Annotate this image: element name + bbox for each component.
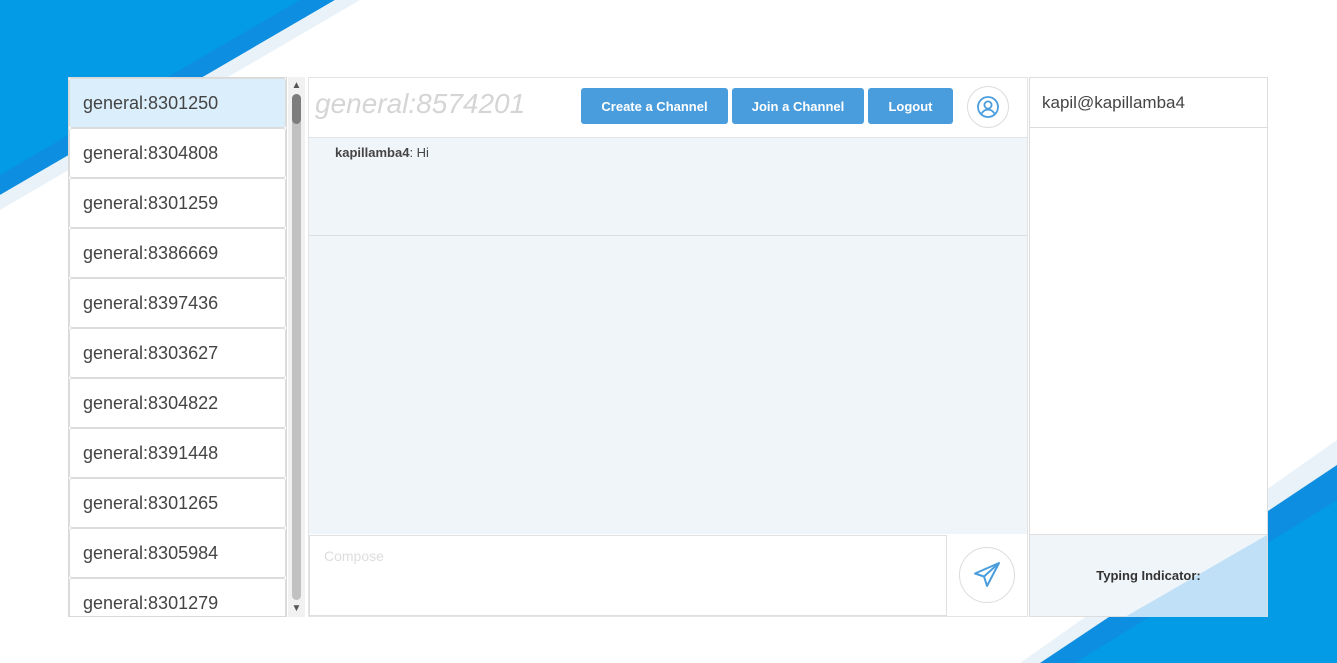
profile-button[interactable]: [967, 86, 1009, 128]
channel-name: general:8386669: [83, 242, 219, 263]
scroll-thumb[interactable]: [292, 94, 301, 124]
channel-item[interactable]: general:8301265: [69, 478, 286, 528]
user-circle-icon: [977, 96, 999, 118]
channel-name: general:8391448: [83, 442, 219, 463]
channel-name: general:8397436: [83, 292, 219, 313]
channel-item[interactable]: general:8391448: [69, 428, 286, 478]
channel-name: general:8305984: [83, 542, 219, 563]
channel-item[interactable]: general:8386669: [69, 228, 286, 278]
message-text: Hi: [416, 145, 429, 160]
user-panel: kapil@kapillamba4 Typing Indicator:: [1029, 77, 1268, 617]
message-separator: :: [409, 145, 417, 160]
channel-item[interactable]: general:8301250: [69, 78, 286, 128]
channel-name: general:8304822: [83, 392, 219, 413]
typing-indicator-label: Typing Indicator:: [1096, 568, 1201, 583]
channel-item[interactable]: general:8301259: [69, 178, 286, 228]
scroll-up-icon[interactable]: ▲: [288, 77, 305, 94]
join-channel-button[interactable]: Join a Channel: [732, 88, 864, 124]
channel-item[interactable]: general:8304808: [69, 128, 286, 178]
current-channel-title: general:8574201: [315, 88, 526, 119]
user-item[interactable]: kapil@kapillamba4: [1030, 78, 1267, 128]
channel-item[interactable]: general:8304822: [69, 378, 286, 428]
channel-item[interactable]: general:8303627: [69, 328, 286, 378]
user-handle: kapil@kapillamba4: [1042, 92, 1185, 112]
channel-name: general:8301259: [83, 192, 219, 213]
channel-name: general:8303627: [83, 342, 219, 363]
channel-item[interactable]: general:8397436: [69, 278, 286, 328]
create-channel-button[interactable]: Create a Channel: [581, 88, 728, 124]
channel-item[interactable]: general:8301279: [69, 578, 286, 616]
chat-panel: general:8574201 Create a Channel Join a …: [308, 77, 1028, 617]
channel-list-scrollbar[interactable]: ▲ ▼: [288, 77, 305, 617]
channel-name: general:8301250: [83, 92, 219, 113]
paper-plane-icon: [974, 562, 1000, 587]
channel-list: general:8301250 general:8304808 general:…: [68, 77, 287, 617]
message-author: kapillamba4: [335, 145, 410, 160]
channel-name: general:8301265: [83, 492, 219, 513]
channel-name: general:8301279: [83, 592, 219, 613]
chat-header: general:8574201 Create a Channel Join a …: [309, 78, 1027, 137]
channel-name: general:8304808: [83, 142, 219, 163]
message-list: kapillamba4: Hi: [309, 137, 1027, 534]
scroll-track[interactable]: [292, 94, 301, 600]
typing-indicator: Typing Indicator:: [1030, 534, 1267, 617]
compose-input[interactable]: [309, 535, 947, 616]
logout-button[interactable]: Logout: [868, 88, 953, 124]
message-item: kapillamba4: Hi: [309, 138, 1027, 236]
send-button[interactable]: [959, 547, 1015, 603]
channel-item[interactable]: general:8305984: [69, 528, 286, 578]
scroll-down-icon[interactable]: ▼: [288, 600, 305, 617]
